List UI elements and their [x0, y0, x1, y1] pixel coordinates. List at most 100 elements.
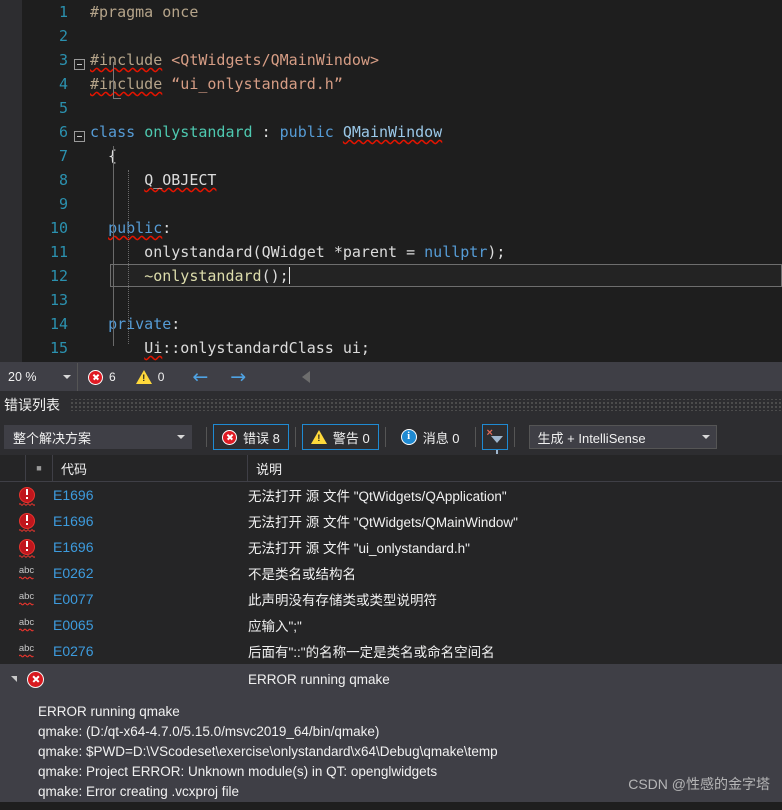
line-number: 2 — [58, 27, 68, 45]
table-row[interactable]: abc E0262 不是类名或结构名 — [0, 560, 782, 586]
code-editor[interactable]: 1 #pragma once 2 3 #include <QtWidgets/Q… — [0, 0, 782, 362]
errors-filter-button[interactable]: 错误 8 — [213, 424, 289, 450]
error-description: 无法打开 源 文件 "ui_onlystandard.h" — [248, 541, 470, 556]
intellisense-abc-icon: abc — [17, 617, 37, 633]
table-row[interactable]: abc E0077 此声明没有存储类或类型说明符 — [0, 586, 782, 612]
table-row[interactable]: E1696 无法打开 源 文件 "QtWidgets/QMainWindow" — [0, 508, 782, 534]
error-description: 不是类名或结构名 — [248, 567, 356, 582]
code-text: Ui::onlystandardClass ui; — [144, 339, 370, 357]
code-line[interactable]: 3 #include <QtWidgets/QMainWindow> — [22, 48, 782, 72]
scope-filter-dropdown[interactable]: 整个解决方案 — [4, 425, 192, 449]
toolbar-separator — [474, 427, 476, 447]
grid-header-description[interactable]: 说明 — [248, 455, 782, 481]
grid-header-code[interactable]: 代码 — [53, 455, 248, 481]
error-icon — [222, 429, 237, 445]
code-line[interactable]: 2 — [22, 24, 782, 48]
errors-filter-label: 错误 8 — [243, 430, 280, 446]
squiggle-underline-icon — [18, 628, 34, 632]
error-icon — [18, 539, 35, 558]
output-line: ERROR running qmake — [38, 704, 180, 719]
severity-cell — [0, 487, 53, 506]
error-list-title-bar[interactable]: 错误列表 — [0, 391, 782, 419]
window-bottom-strip — [0, 802, 782, 810]
code-line[interactable]: 6 class onlystandard : public QMainWindo… — [22, 120, 782, 144]
severity-cell: abc — [0, 565, 53, 581]
code-line[interactable]: 9 — [22, 192, 782, 216]
code-line[interactable]: 5 — [22, 96, 782, 120]
output-line: qmake: $PWD=D:\VScodeset\exercise\onlyst… — [38, 744, 498, 759]
error-list-panel: 错误列表 整个解决方案 错误 8 ! 警告 0 i 消息 0 × 生成 + In… — [0, 391, 782, 810]
severity-cell: abc — [0, 591, 53, 607]
build-source-value: 生成 + IntelliSense — [537, 430, 646, 446]
toolbar-separator — [206, 427, 207, 447]
messages-filter-label: 消息 0 — [422, 430, 460, 446]
fold-toggle-icon[interactable] — [68, 120, 90, 144]
fold-toggle-icon[interactable] — [68, 48, 90, 72]
code-line[interactable]: 10 public: — [22, 216, 782, 240]
table-row[interactable]: E1696 无法打开 源 文件 "QtWidgets/QApplication" — [0, 482, 782, 508]
code-text: class onlystandard : public QMainWindow — [90, 123, 443, 141]
warning-icon: ! — [135, 369, 152, 385]
code-text: { — [90, 147, 118, 165]
editor-text-area[interactable]: 1 #pragma once 2 3 #include <QtWidgets/Q… — [22, 0, 782, 362]
status-warning-count[interactable]: ! 0 — [126, 363, 175, 391]
error-description: 后面有"::"的名称一定是类名或命名空间名 — [248, 645, 495, 660]
editor-status-bar[interactable]: 20 % 6 ! 0 ← → — [0, 362, 782, 391]
error-description: 应输入";" — [248, 619, 302, 634]
error-list-toolbar[interactable]: 整个解决方案 错误 8 ! 警告 0 i 消息 0 × 生成 + Intelli… — [0, 419, 782, 455]
line-number: 4 — [58, 75, 68, 93]
collapse-left-icon[interactable] — [302, 371, 311, 383]
status-error-count[interactable]: 6 — [78, 363, 126, 391]
chevron-down-icon — [63, 375, 71, 379]
intellisense-abc-icon: abc — [17, 591, 37, 607]
code-line[interactable]: 14 private: — [22, 312, 782, 336]
watermark: CSDN @性感的金字塔 — [628, 776, 770, 792]
error-detail-output[interactable]: ERROR running qmake qmake: (D:/qt-x64-4.… — [0, 694, 782, 802]
squiggle-underline-icon — [18, 602, 34, 606]
code-text: public: — [108, 219, 172, 237]
toolbar-separator — [294, 427, 296, 447]
editor-indicator-margin — [0, 0, 22, 362]
navigate-forward-icon[interactable]: → — [230, 367, 246, 387]
severity-cell — [0, 539, 53, 558]
error-grid-rows: E1696 无法打开 源 文件 "QtWidgets/QApplication"… — [0, 482, 782, 694]
code-text: Q_OBJECT — [144, 171, 217, 189]
code-line[interactable]: 7 { — [22, 144, 782, 168]
code-line[interactable]: 13 — [22, 288, 782, 312]
line-number: 14 — [49, 315, 68, 333]
toolbar-separator — [384, 427, 386, 447]
warnings-filter-button[interactable]: ! 警告 0 — [301, 424, 379, 450]
code-line[interactable]: 12 ~onlystandard(); — [22, 264, 782, 288]
toolbar-drag-grip[interactable] — [70, 399, 782, 411]
code-line[interactable]: 1 #pragma once — [22, 0, 782, 24]
error-description: 此声明没有存储类或类型说明符 — [248, 593, 437, 608]
error-grid-header[interactable]: ■ 代码 说明 — [0, 455, 782, 482]
code-line[interactable]: 15 Ui::onlystandardClass ui; — [22, 336, 782, 360]
table-row-selected[interactable]: ERROR running qmake — [0, 664, 782, 694]
code-line[interactable]: 8 Q_OBJECT — [22, 168, 782, 192]
clear-filter-x-icon: × — [486, 427, 493, 439]
severity-cell — [0, 513, 53, 532]
visual-studio-window: 1 #pragma once 2 3 #include <QtWidgets/Q… — [0, 0, 782, 810]
line-number: 15 — [49, 339, 68, 357]
intellisense-abc-icon: abc — [17, 565, 37, 581]
chevron-down-icon — [177, 435, 185, 439]
clear-filter-button[interactable]: × — [481, 424, 508, 454]
table-row[interactable]: abc E0065 应输入";" — [0, 612, 782, 638]
grid-header-severity-column[interactable]: ■ — [26, 455, 53, 481]
code-line[interactable]: 11 onlystandard(QWidget *parent = nullpt… — [22, 240, 782, 264]
grid-header-icon-column — [0, 455, 26, 481]
indent-guide — [128, 170, 130, 344]
zoom-level-dropdown[interactable]: 20 % — [0, 363, 78, 391]
table-row[interactable]: abc E0276 后面有"::"的名称一定是类名或命名空间名 — [0, 638, 782, 664]
expand-collapse-toggle[interactable] — [0, 676, 27, 682]
table-row[interactable]: E1696 无法打开 源 文件 "ui_onlystandard.h" — [0, 534, 782, 560]
messages-filter-button[interactable]: i 消息 0 — [392, 424, 469, 450]
output-line: qmake: (D:/qt-x64-4.7.0/5.15.0/msvc2019_… — [38, 724, 380, 739]
scope-filter-value: 整个解决方案 — [13, 430, 92, 446]
build-source-dropdown[interactable]: 生成 + IntelliSense — [528, 425, 717, 449]
code-line[interactable]: 4 #include “ui_onlystandard.h” — [22, 72, 782, 96]
triangle-collapse-icon — [10, 676, 17, 682]
navigate-backward-icon[interactable]: ← — [192, 367, 208, 387]
error-icon — [18, 513, 35, 532]
